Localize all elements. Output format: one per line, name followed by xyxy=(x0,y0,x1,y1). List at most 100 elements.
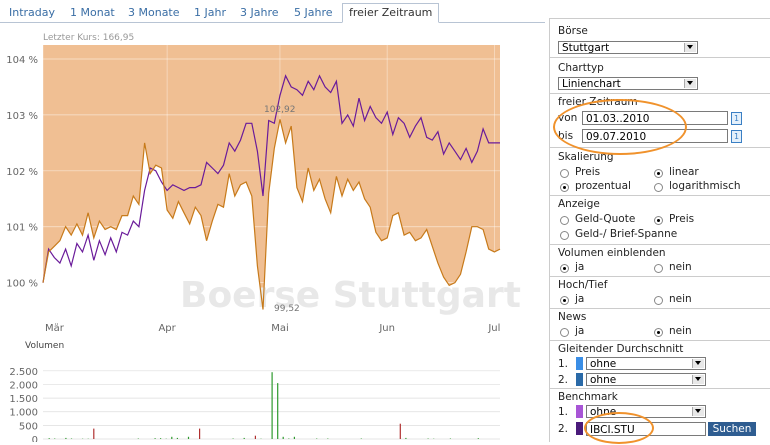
gd-select-1[interactable]: ohne xyxy=(586,357,706,370)
tab-3-jahre[interactable]: 3 Jahre xyxy=(240,4,279,22)
radio-hochtief-nein[interactable] xyxy=(654,296,663,305)
charttyp-value: Linienchart xyxy=(562,78,621,90)
x-tick-label: Jul xyxy=(487,323,500,334)
price-chart-svg: 100 %101 %102 %103 %104 %MärAprMaiJunJul… xyxy=(0,24,545,442)
volume-bar xyxy=(283,437,284,439)
radio-spanne[interactable] xyxy=(560,231,569,240)
boerse-select[interactable]: Stuttgart xyxy=(558,41,698,54)
volume-bar xyxy=(138,439,139,440)
calendar-icon[interactable]: 1 xyxy=(731,130,742,143)
chart-title: Letzter Kurs: 166,95 xyxy=(43,33,134,43)
benchmark-title: Benchmark xyxy=(558,391,618,403)
radio-news-ja[interactable] xyxy=(560,328,569,337)
volume-bar xyxy=(93,429,94,439)
volume-y-tick-label: 0 xyxy=(32,435,38,442)
charttyp-title: Charttyp xyxy=(558,62,604,74)
volume-bar xyxy=(233,439,234,440)
chart-area: 100 %101 %102 %103 %104 %MärAprMaiJunJul… xyxy=(0,24,545,442)
radio-hochtief-ja[interactable] xyxy=(560,296,569,305)
volume-bar xyxy=(272,372,273,439)
volume-bar xyxy=(361,439,362,440)
x-tick-label: Apr xyxy=(158,323,176,334)
volume-bar xyxy=(171,437,172,439)
tab-3-monate[interactable]: 3 Monate xyxy=(128,4,180,22)
volume-bar xyxy=(160,438,161,439)
radio-volumen-ja[interactable] xyxy=(560,264,569,273)
period-tabs: Intraday 1 Monat 3 Monate 1 Jahr 3 Jahre… xyxy=(0,0,545,23)
charttyp-select[interactable]: Linienchart xyxy=(558,77,698,90)
benchmark-number-2: 2. xyxy=(558,423,568,435)
volume-bar xyxy=(294,437,295,439)
volume-bar xyxy=(71,439,72,440)
calendar-icon[interactable]: 1 xyxy=(731,112,742,125)
volume-bar xyxy=(155,438,156,439)
tab-intraday[interactable]: Intraday xyxy=(9,4,55,22)
x-tick-label: Jun xyxy=(378,323,395,334)
watermark-text: Boerse Stuttgart xyxy=(180,275,521,316)
settings-panel: Börse Stuttgart Charttyp Linienchart fre… xyxy=(549,18,770,442)
tab-1-monat[interactable]: 1 Monat xyxy=(70,4,115,22)
volume-bar xyxy=(188,437,189,439)
volume-bar xyxy=(316,439,317,440)
volume-bar xyxy=(54,439,55,440)
radio-logarithmisch[interactable] xyxy=(654,183,663,192)
highlight-oval-benchmark xyxy=(584,412,654,444)
chevron-down-icon xyxy=(692,375,704,384)
chevron-down-icon xyxy=(684,79,696,88)
anzeige-title: Anzeige xyxy=(558,198,600,210)
section-benchmark: Benchmark 1. ohne 2. IBCI.STU Suchen xyxy=(550,388,770,443)
radio-preis[interactable] xyxy=(560,169,569,178)
y-tick-label: 104 % xyxy=(6,55,38,66)
volume-bar xyxy=(288,439,289,440)
boerse-value: Stuttgart xyxy=(562,42,609,54)
y-tick-label: 102 % xyxy=(6,167,38,178)
benchmark-number-1: 1. xyxy=(558,406,568,418)
benchmark-color-2[interactable] xyxy=(576,422,583,435)
label-volumen-nein: nein xyxy=(669,261,692,273)
radio-news-nein[interactable] xyxy=(654,328,663,337)
volume-y-tick-label: 2.500 xyxy=(9,367,38,378)
section-hochtief: Hoch/Tief ja nein xyxy=(550,276,770,309)
volume-bar xyxy=(177,438,178,439)
radio-volumen-nein[interactable] xyxy=(654,264,663,273)
label-geld-quote: Geld-Quote xyxy=(575,213,635,225)
benchmark-color-1[interactable] xyxy=(576,405,583,418)
label-logarithmisch: logarithmisch xyxy=(669,180,741,192)
volume-bar xyxy=(478,438,479,439)
volume-bar xyxy=(277,383,278,439)
tab-1-jahr[interactable]: 1 Jahr xyxy=(194,4,226,22)
radio-anzeige-preis[interactable] xyxy=(654,216,663,225)
label-hochtief-nein: nein xyxy=(669,293,692,305)
gd-number-2: 2. xyxy=(558,374,568,386)
radio-linear[interactable] xyxy=(654,169,663,178)
volume-y-tick-label: 2.000 xyxy=(9,380,38,391)
radio-prozentual[interactable] xyxy=(560,183,569,192)
boerse-title: Börse xyxy=(558,25,588,37)
radio-geld-quote[interactable] xyxy=(560,216,569,225)
section-boerse: Börse Stuttgart xyxy=(550,18,770,58)
section-volumen: Volumen einblenden ja nein xyxy=(550,244,770,277)
section-anzeige: Anzeige Geld-Quote Preis Geld-/ Brief-Sp… xyxy=(550,195,770,245)
gd-value-2: ohne xyxy=(590,374,616,386)
tab-5-jahre[interactable]: 5 Jahre xyxy=(294,4,333,22)
volume-bar xyxy=(255,436,256,439)
label-anzeige-preis: Preis xyxy=(669,213,694,225)
chevron-down-icon xyxy=(684,43,696,52)
volume-bar xyxy=(244,438,245,439)
label-news-nein: nein xyxy=(669,325,692,337)
gd-color-1[interactable] xyxy=(576,357,583,370)
volume-bar xyxy=(199,429,200,439)
volume-y-tick-label: 1.000 xyxy=(9,408,38,419)
y-tick-label: 101 % xyxy=(6,223,38,234)
gd-select-2[interactable]: ohne xyxy=(586,373,706,386)
annotation-high: 102,92 xyxy=(264,105,296,115)
gd-color-2[interactable] xyxy=(576,373,583,386)
label-preis: Preis xyxy=(575,166,600,178)
suchen-button[interactable]: Suchen xyxy=(708,422,756,436)
y-tick-label: 103 % xyxy=(6,111,38,122)
section-gd: Gleitender Durchschnitt 1. ohne 2. ohne xyxy=(550,340,770,389)
tab-freier-zeitraum[interactable]: freier Zeitraum xyxy=(342,3,439,23)
volume-bar xyxy=(400,424,401,439)
label-news-ja: ja xyxy=(575,325,584,337)
gd-title: Gleitender Durchschnitt xyxy=(558,343,683,355)
